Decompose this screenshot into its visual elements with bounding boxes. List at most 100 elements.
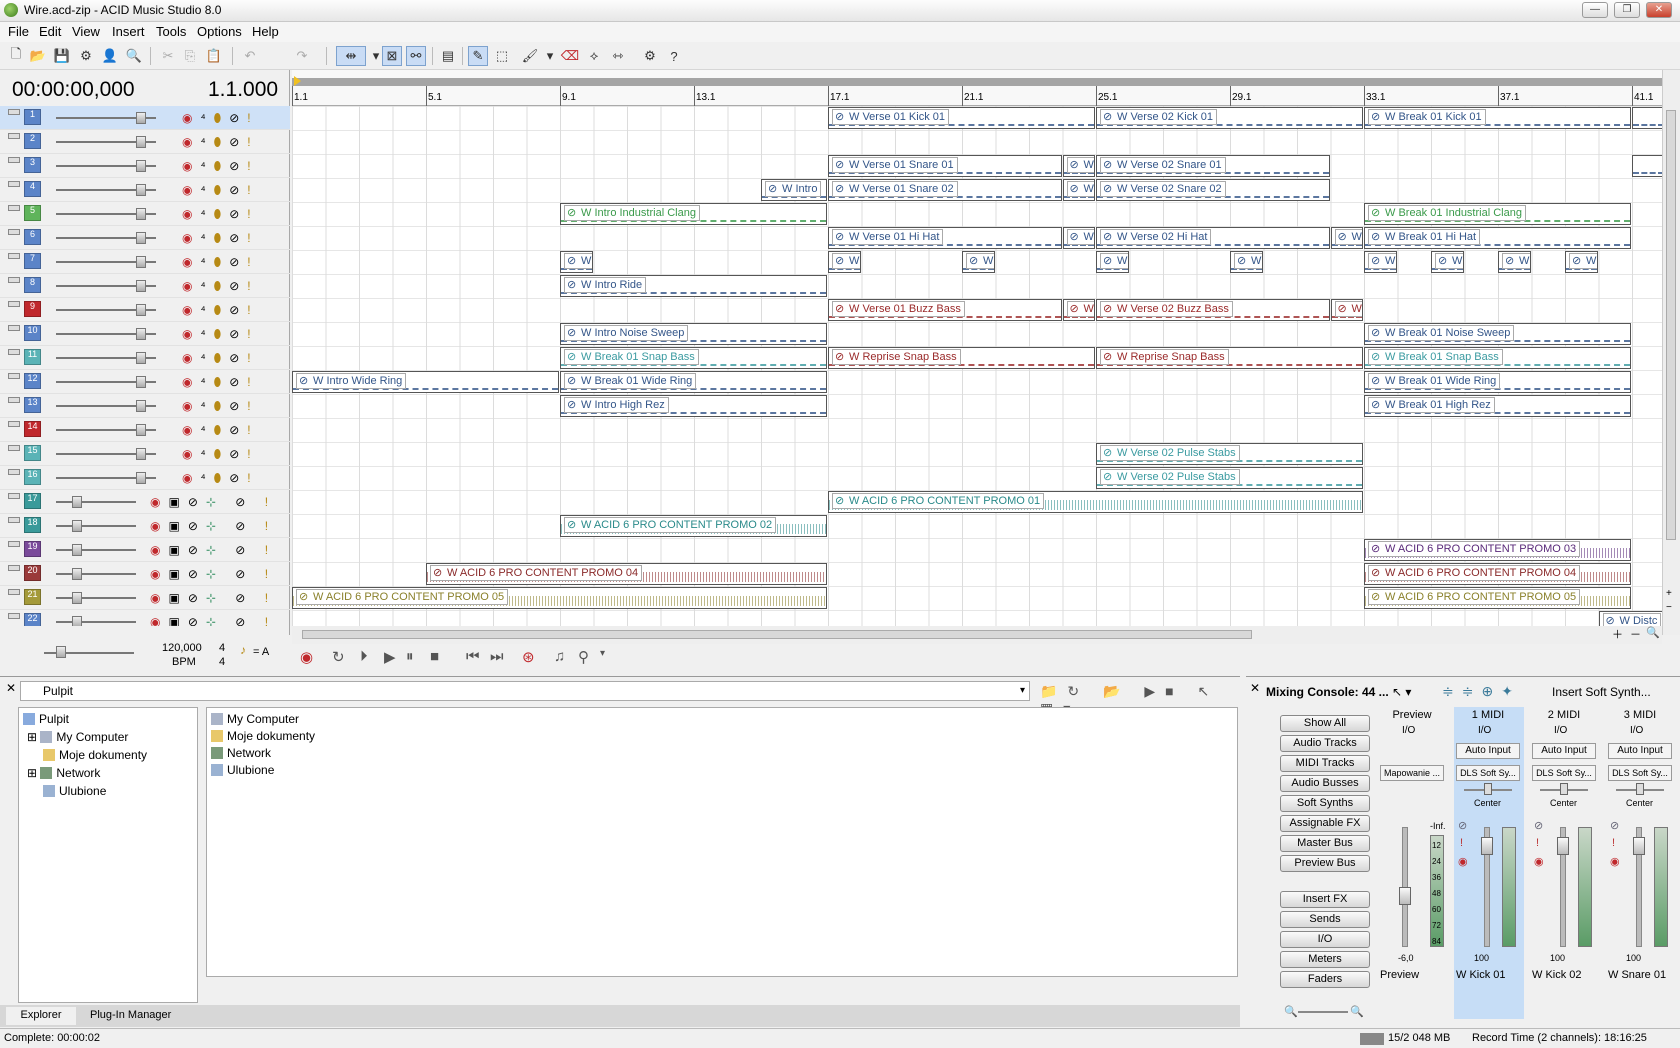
plugin-icon[interactable]: ⚙	[640, 46, 660, 66]
track-minimize-icon[interactable]	[8, 325, 20, 331]
event-clip[interactable]: W ACID 6 PRO CONTENT PROMO 05	[292, 587, 827, 609]
event-clip[interactable]: W Verse 01 Buzz Bass	[828, 299, 1062, 321]
tab-plugin-manager[interactable]: Plug-In Manager	[90, 1009, 171, 1021]
event-clip[interactable]: W	[1062, 179, 1095, 201]
track-volume-knob[interactable]	[72, 496, 82, 508]
track-controls[interactable]: ◉⁴⬮⊘!	[182, 399, 259, 414]
event-clip[interactable]: W	[962, 251, 995, 273]
track-header[interactable]: 8 ◉⁴⬮⊘!	[0, 274, 290, 298]
track-volume-knob[interactable]	[72, 544, 82, 556]
track-volume-knob[interactable]	[136, 376, 146, 388]
track-minimize-icon[interactable]	[8, 589, 20, 595]
strip-input-slot[interactable]: Auto Input	[1532, 743, 1596, 759]
play-icon[interactable]: ▶	[384, 648, 396, 666]
marker-icon[interactable]: ⚲	[578, 648, 589, 666]
track-volume-slider[interactable]	[56, 549, 136, 551]
zoom-in-mixer-icon[interactable]: 🔍	[1350, 1005, 1364, 1018]
event-clip[interactable]: W Verse 01 Kick 01	[828, 107, 1095, 129]
track-controls[interactable]: ◉▣⊘⊹ ⊘ !	[150, 567, 276, 581]
track-controls[interactable]: ◉⁴⬮⊘!	[182, 327, 259, 342]
event-clip[interactable]: W	[1498, 251, 1531, 273]
stop-all-icon[interactable]: ⊛	[522, 648, 535, 666]
strip-output-slot[interactable]: DLS Soft Sy...	[1532, 765, 1596, 781]
track-volume-slider[interactable]	[56, 501, 136, 503]
strip-header[interactable]: Preview	[1378, 707, 1446, 723]
track-header[interactable]: 17 ◉▣⊘⊹ ⊘ !	[0, 490, 290, 514]
track-controls[interactable]: ◉▣⊘⊹ ⊘ !	[150, 591, 276, 605]
event-clip[interactable]: W Intro High Rez	[560, 395, 827, 417]
undo-icon[interactable]: ↶	[240, 46, 260, 66]
strip-input-slot[interactable]: Auto Input	[1608, 743, 1672, 759]
event-clip[interactable]: W Verse 02 Hi Hat	[1096, 227, 1330, 249]
track-controls[interactable]: ◉⁴⬮⊘!	[182, 375, 259, 390]
menu-tools[interactable]: Tools	[156, 24, 186, 39]
track-minimize-icon[interactable]	[8, 109, 20, 115]
event-clip[interactable]: W Verse 02 Kick 01	[1096, 107, 1363, 129]
strip-io[interactable]: I/O	[1478, 725, 1491, 736]
minimize-button[interactable]: —	[1582, 2, 1608, 18]
strip-io[interactable]: I/O	[1554, 725, 1567, 736]
track-header[interactable]: 18 ◉▣⊘⊹ ⊘ !	[0, 514, 290, 538]
render-icon[interactable]: ⚙	[76, 46, 96, 66]
track-volume-knob[interactable]	[72, 592, 82, 604]
loop-start-marker[interactable]	[294, 76, 301, 86]
track-header[interactable]: 4 ◉⁴⬮⊘!	[0, 178, 290, 202]
file-documents[interactable]: Moje dokumenty	[211, 729, 315, 743]
close-mixer-icon[interactable]: ✕	[1250, 681, 1260, 695]
strip-header[interactable]: 2 MIDI	[1530, 707, 1598, 723]
selection-tool-icon[interactable]: ⬚	[492, 46, 512, 66]
event-clip[interactable]	[1632, 155, 1662, 177]
mixer-icon[interactable]: ▤	[438, 46, 458, 66]
track-controls[interactable]: ◉⁴⬮⊘!	[182, 279, 259, 294]
strip-output-slot[interactable]: DLS Soft Sy...	[1608, 765, 1672, 781]
track-controls[interactable]: ◉⁴⬮⊘!	[182, 447, 259, 462]
track-minimize-icon[interactable]	[8, 133, 20, 139]
track-header[interactable]: 16 ◉⁴⬮⊘!	[0, 466, 290, 490]
mixer-filter-button[interactable]: Audio Tracks	[1280, 735, 1370, 752]
track-volume-knob[interactable]	[72, 520, 82, 532]
track-minimize-icon[interactable]	[8, 517, 20, 523]
track-header[interactable]: 19 ◉▣⊘⊹ ⊘ !	[0, 538, 290, 562]
maximize-button[interactable]: ❐	[1614, 2, 1640, 18]
track-controls[interactable]: ◉▣⊘⊹ ⊘ !	[150, 615, 276, 626]
event-clip[interactable]: W Intro	[761, 179, 827, 201]
find-icon[interactable]: 🔍	[124, 46, 144, 66]
track-controls[interactable]: ◉▣⊘⊹ ⊘ !	[150, 495, 276, 509]
paint-tool-icon[interactable]: 🖌	[520, 46, 540, 66]
strip-io[interactable]: I/O	[1630, 725, 1643, 736]
event-clip[interactable]: W Break 01 Hi Hat	[1364, 227, 1631, 249]
track-header[interactable]: 22 ◉▣⊘⊹ ⊘ !	[0, 610, 290, 626]
track-minimize-icon[interactable]	[8, 181, 20, 187]
mixer-menu-icon[interactable]: ↖ ▾	[1392, 685, 1411, 699]
event-clip[interactable]: W Break 01 Wide Ring	[1364, 371, 1631, 393]
track-header[interactable]: 7 ◉⁴⬮⊘!	[0, 250, 290, 274]
event-clip[interactable]: W Verse 01 Hi Hat	[828, 227, 1062, 249]
mute-icon[interactable]: ⊘	[1534, 819, 1543, 832]
pan-knob[interactable]	[1636, 783, 1644, 795]
play-from-start-icon[interactable]: ⏵	[360, 648, 368, 665]
tree-item-favorites[interactable]: Ulubione	[43, 784, 106, 798]
metronome-toggle-icon[interactable]: ♫	[554, 648, 565, 665]
event-clip[interactable]: W ACID 6 PRO CONTENT PROMO 04	[426, 563, 827, 585]
menu-file[interactable]: File	[8, 24, 29, 39]
track-volume-knob[interactable]	[72, 616, 82, 626]
event-clip[interactable]: W Verse 02 Snare 02	[1096, 179, 1330, 201]
track-minimize-icon[interactable]	[8, 421, 20, 427]
vertical-scrollbar[interactable]: + −	[1662, 70, 1680, 635]
solo-icon[interactable]: !	[1612, 837, 1615, 849]
strip-io[interactable]: I/O	[1402, 725, 1415, 736]
close-button[interactable]: ✕	[1646, 2, 1672, 18]
track-header[interactable]: 11 ◉⁴⬮⊘!	[0, 346, 290, 370]
event-clip[interactable]: W	[1364, 251, 1397, 273]
event-clip[interactable]: W Distc	[1598, 611, 1662, 626]
track-controls[interactable]: ◉⁴⬮⊘!	[182, 207, 259, 222]
zoom-in-vertical-icon[interactable]: +	[1666, 588, 1672, 599]
volume-fader-knob[interactable]	[1557, 837, 1569, 855]
menu-help[interactable]: Help	[252, 24, 279, 39]
track-controls[interactable]: ◉⁴⬮⊘!	[182, 303, 259, 318]
track-controls[interactable]: ◉⁴⬮⊘!	[182, 351, 259, 366]
strip-input-slot[interactable]: Auto Input	[1456, 743, 1520, 759]
track-minimize-icon[interactable]	[8, 469, 20, 475]
mixer-filter-button[interactable]: Soft Synths	[1280, 795, 1370, 812]
track-volume-knob[interactable]	[72, 568, 82, 580]
